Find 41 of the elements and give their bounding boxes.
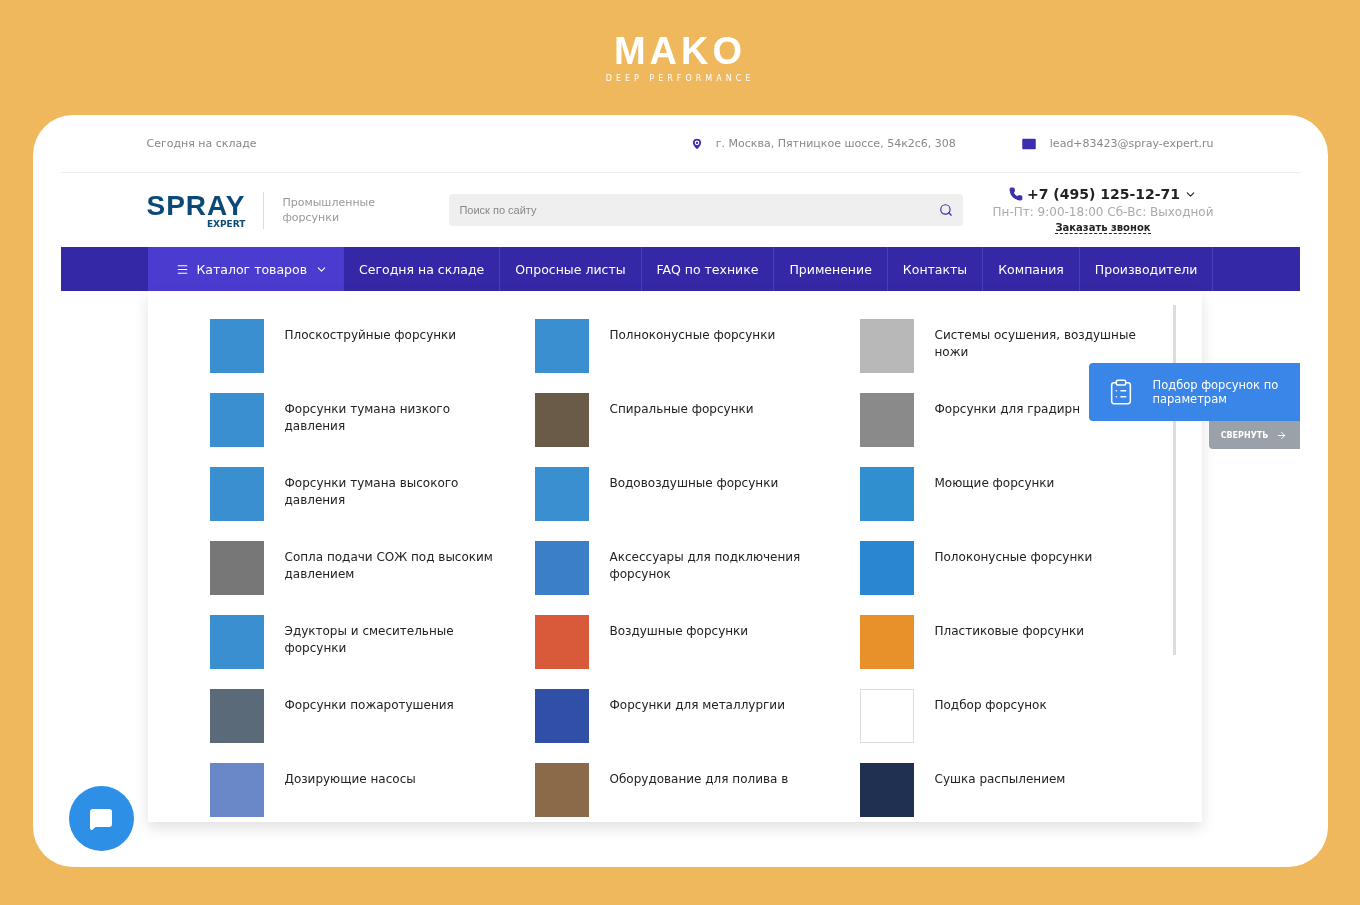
catalog-item[interactable]: Полноконусные форсунки	[609, 327, 776, 345]
phone-number[interactable]: +7 (495) 125-12-71	[1026, 186, 1181, 202]
catalog-item[interactable]: Подбор форсунок	[934, 697, 1047, 715]
catalog-item[interactable]: Форсунки пожаротушения	[284, 697, 454, 715]
catalog-item[interactable]: Эдукторы и смесительные форсунки	[284, 623, 500, 658]
catalog-item[interactable]: Аксессуары для подключения форсунок	[609, 549, 825, 584]
chat-icon	[89, 806, 113, 831]
brand-tagline: DEEP PERFORMANCE	[605, 74, 755, 83]
catalog-item[interactable]: Системы осушения, воздушные ножи	[934, 327, 1150, 362]
nozzle-selection-widget[interactable]: Подбор форсунок по параметрам	[1088, 363, 1300, 421]
catalog-menu-button[interactable]: Каталог товаров	[147, 247, 345, 291]
header-tagline: Промышленные форсунки	[282, 194, 377, 226]
catalog-item[interactable]: Моющие форсунки	[934, 475, 1055, 493]
spray-expert-logo[interactable]: SPRAY EXPERT	[146, 191, 265, 229]
catalog-item[interactable]: Спиральные форсунки	[609, 401, 754, 419]
catalog-item[interactable]: Полоконусные форсунки	[934, 549, 1093, 567]
catalog-item[interactable]: Оборудование для полива в	[609, 771, 789, 789]
arrow-right-icon	[1276, 429, 1288, 441]
catalog-item[interactable]: Дозирующие насосы	[284, 771, 416, 789]
catalog-item[interactable]: Пластиковые форсунки	[934, 623, 1085, 641]
catalog-item[interactable]: Сушка распылением	[934, 771, 1066, 789]
brand-logo-name: MAKO	[613, 32, 747, 70]
catalog-item[interactable]: Водовоздушные форсунки	[609, 475, 779, 493]
search-field[interactable]: Поиск по сайту	[449, 194, 929, 226]
catalog-item[interactable]: Форсунки тумана низкого давления	[284, 401, 500, 436]
map-pin-icon	[689, 136, 704, 151]
working-hours: Пн-Пт: 9:00-18:00 Сб-Вс: Выходной	[992, 205, 1214, 219]
search-button[interactable]	[928, 194, 963, 226]
menu-icon	[175, 262, 189, 276]
catalog-item[interactable]: Форсунки для градирн	[934, 401, 1081, 419]
catalog-item[interactable]: Сопла подачи СОЖ под высоким давлением	[284, 549, 500, 584]
catalog-item[interactable]: Форсунки тумана высокого давления	[284, 475, 500, 510]
stock-link[interactable]: Сегодня на складе	[146, 137, 257, 150]
email-link[interactable]: lead+83423@spray-expert.ru	[1049, 137, 1214, 150]
callback-link[interactable]: Заказать звонок	[1055, 222, 1151, 234]
catalog-item[interactable]: Форсунки для металлургии	[609, 697, 785, 715]
address-text: г. Москва, Пятницкое шоссе, 54к2с6, 308	[715, 137, 956, 150]
search-icon	[938, 203, 953, 217]
phone-icon	[1008, 187, 1023, 201]
catalog-item[interactable]: Воздушные форсунки	[609, 623, 749, 641]
catalog-item[interactable]: Плоскоструйные форсунки	[284, 327, 457, 345]
